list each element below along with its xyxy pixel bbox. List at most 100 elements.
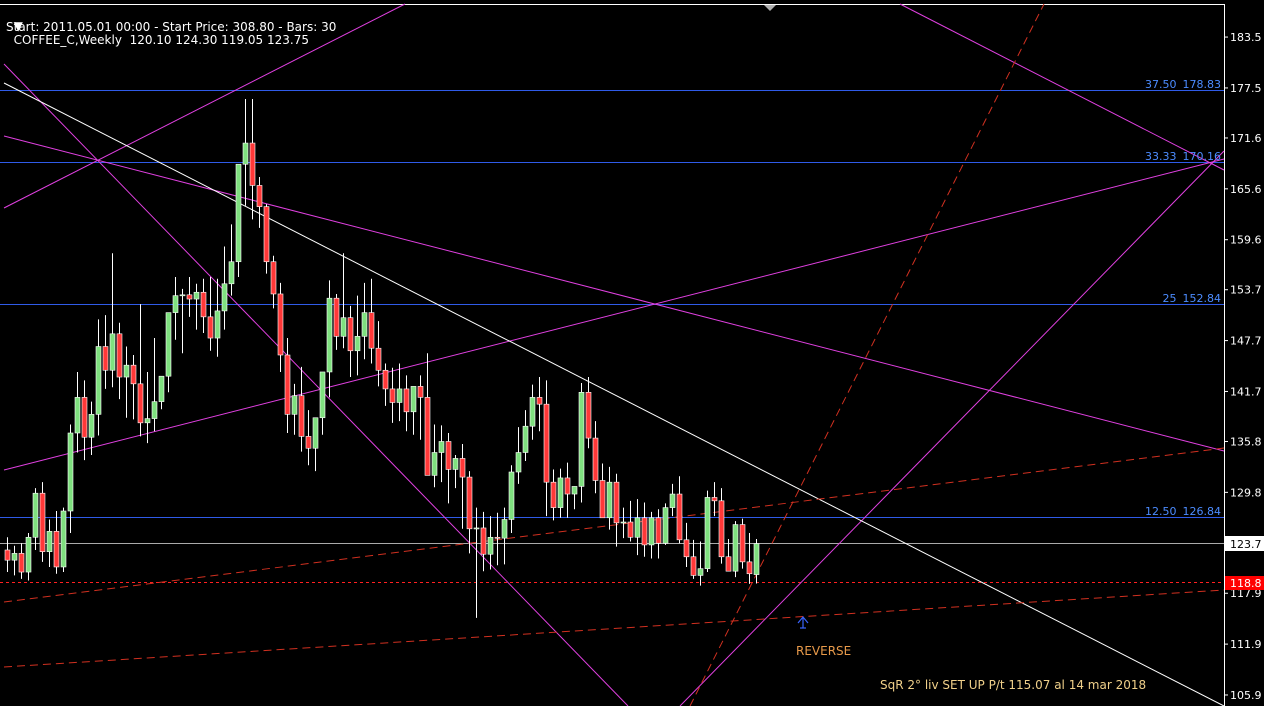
bull-candle-body <box>88 414 95 438</box>
candle[interactable] <box>39 482 46 562</box>
current-price-label: 123.7 <box>1230 538 1262 551</box>
candle[interactable] <box>235 163 242 277</box>
bull-candle-body <box>529 397 536 427</box>
bull-candle-body <box>753 543 760 575</box>
bear-candle-body <box>466 476 473 530</box>
bull-candle-body <box>697 568 704 576</box>
bear-candle-body <box>536 397 543 405</box>
bear-candle-body <box>277 293 284 356</box>
bear-candle-body <box>18 553 25 573</box>
bull-candle-body <box>515 452 522 473</box>
bear-candle-body <box>130 364 137 385</box>
bear-candle-body <box>333 297 340 337</box>
bear-candle-body <box>368 312 375 349</box>
bear-candle-body <box>718 500 725 558</box>
bear-candle-body <box>4 549 11 561</box>
bull-candle-body <box>361 312 368 337</box>
bull-candle-body <box>228 261 235 285</box>
bear-candle-body <box>543 403 550 483</box>
bull-candle-body <box>46 531 53 552</box>
price-tick-label: 105.9 <box>1230 689 1262 702</box>
bull-candle-body <box>508 471 515 520</box>
price-tick-label: 147.7 <box>1230 335 1262 348</box>
bull-candle-body <box>291 395 298 415</box>
candle[interactable] <box>732 521 739 578</box>
bear-candle-body <box>53 531 60 568</box>
price-tick-label: 141.7 <box>1230 385 1262 398</box>
fib-label-12: 12.50 126.84 <box>1145 505 1221 518</box>
chart-canvas[interactable]: 37.50 178.83 33.33 170.16 25 152.84 12.50 12… <box>0 0 1264 706</box>
bear-candle-body <box>424 397 431 476</box>
bull-candle-body <box>662 507 669 544</box>
bull-candle-body <box>109 333 116 371</box>
bear-candle-body <box>375 347 382 371</box>
bull-candle-body <box>487 536 494 555</box>
bull-candle-body <box>235 163 242 263</box>
candle[interactable] <box>662 503 669 545</box>
bear-candle-body <box>186 294 193 300</box>
price-tick-label: 135.8 <box>1230 435 1262 448</box>
bull-candle-body <box>326 297 333 373</box>
bear-candle-body <box>739 524 746 563</box>
bear-candle-body <box>627 521 634 538</box>
bull-candle-body <box>431 452 438 476</box>
bull-candle-body <box>669 493 676 508</box>
bull-candle-body <box>473 527 480 530</box>
candle[interactable] <box>739 518 746 569</box>
bear-candle-body <box>403 388 410 413</box>
bear-candle-body <box>81 397 88 438</box>
bull-candle-body <box>242 142 249 165</box>
bull-candle-body <box>25 536 32 573</box>
bear-candle-body <box>298 395 305 437</box>
bull-candle-body <box>32 492 39 538</box>
bear-candle-body <box>494 536 501 539</box>
bull-candle-body <box>606 481 613 519</box>
fib-label-33: 33.33 170.16 <box>1145 150 1221 163</box>
bull-candle-body <box>452 458 459 470</box>
bull-candle-body <box>620 521 627 524</box>
candle[interactable] <box>60 507 67 573</box>
bear-candle-body <box>116 333 123 378</box>
bear-candle-body <box>284 354 291 415</box>
bear-candle-body <box>445 441 452 470</box>
bull-candle-body <box>648 517 655 546</box>
bull-candle-body <box>60 510 67 568</box>
bull-candle-body <box>144 418 151 424</box>
alert-price-label: 118.8 <box>1230 577 1262 590</box>
bear-candle-body <box>382 369 389 390</box>
price-tick-label: 159.6 <box>1230 234 1262 247</box>
bear-candle-body <box>207 316 214 339</box>
bear-candle-body <box>683 539 690 558</box>
bull-candle-body <box>151 401 158 419</box>
bull-candle-body <box>340 317 347 337</box>
candle[interactable] <box>704 490 711 573</box>
bear-candle-body <box>725 556 732 572</box>
bear-candle-body <box>200 291 207 318</box>
bull-candle-body <box>578 392 585 487</box>
bear-candle-body <box>263 206 270 263</box>
bear-candle-body <box>389 388 396 403</box>
price-tick-label: 165.6 <box>1230 183 1262 196</box>
price-tick-label: 111.9 <box>1230 638 1262 651</box>
bear-candle-body <box>585 392 592 439</box>
setup-label: SqR 2° liv SET UP P/t 115.07 al 14 mar 2… <box>880 678 1146 692</box>
bull-candle-body <box>193 291 200 300</box>
chart-background <box>0 0 1264 706</box>
symbol-line: COFFEE_C,Weekly 120.10 124.30 119.05 123… <box>13 33 309 47</box>
bull-candle-body <box>410 386 417 413</box>
reverse-label: REVERSE <box>796 644 851 658</box>
bear-candle-body <box>690 556 697 576</box>
bull-candle-body <box>11 553 18 561</box>
bear-candle-body <box>137 383 144 424</box>
fib-label-25: 25 152.84 <box>1163 292 1222 305</box>
bear-candle-body <box>256 185 263 207</box>
candle[interactable] <box>578 382 585 503</box>
bull-candle-body <box>95 346 102 415</box>
price-tick-label: 177.5 <box>1230 82 1262 95</box>
bull-candle-body <box>221 283 228 312</box>
fib-label-37: 37.50 178.83 <box>1145 78 1221 91</box>
price-tick-label: 183.5 <box>1230 31 1262 44</box>
bear-candle-body <box>270 261 277 295</box>
price-tick-label: 153.7 <box>1230 284 1262 297</box>
bull-candle-body <box>165 312 172 377</box>
